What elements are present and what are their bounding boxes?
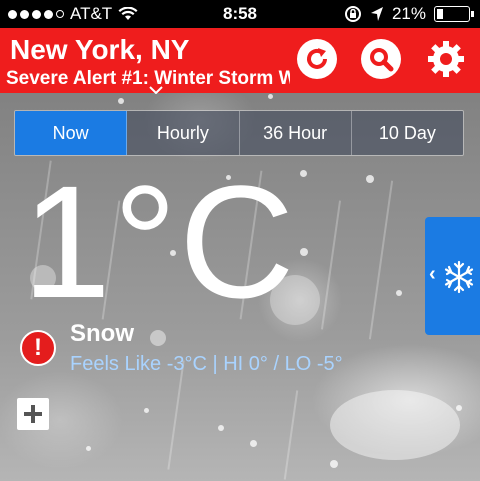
settings-button[interactable] bbox=[426, 39, 466, 79]
snowflake-icon bbox=[444, 260, 474, 294]
refresh-icon bbox=[307, 48, 327, 69]
battery-percent: 21% bbox=[391, 4, 426, 23]
status-right: 21% bbox=[344, 4, 474, 24]
tab-10-day[interactable]: 10 Day bbox=[351, 111, 463, 155]
forecast-tabs: Now Hourly 36 Hour 10 Day bbox=[14, 110, 464, 156]
app-header: New York, NY Severe Alert #1: Winter Sto… bbox=[0, 28, 480, 94]
battery-icon bbox=[434, 6, 474, 22]
status-bar: AT&T 8:58 21% bbox=[0, 0, 480, 28]
feels-like-text: Feels Like -3°C | HI 0° / LO -5° bbox=[70, 353, 343, 375]
location-arrow-icon bbox=[370, 7, 383, 21]
severe-alert-ticker[interactable]: Severe Alert #1: Winter Storm Wa bbox=[6, 68, 290, 90]
side-panel-tab[interactable]: ‹ bbox=[425, 217, 480, 335]
add-location-button[interactable] bbox=[17, 398, 49, 430]
search-icon bbox=[370, 48, 394, 72]
chevron-down-icon[interactable] bbox=[149, 86, 163, 94]
chevron-left-icon: ‹ bbox=[429, 263, 436, 285]
search-button[interactable] bbox=[361, 39, 401, 79]
tab-now[interactable]: Now bbox=[15, 111, 128, 155]
alert-icon[interactable]: ! bbox=[20, 330, 56, 366]
gear-icon bbox=[428, 41, 464, 77]
refresh-button[interactable] bbox=[297, 39, 337, 79]
current-temperature: 1°C bbox=[22, 152, 297, 331]
tab-36-hour[interactable]: 36 Hour bbox=[239, 111, 352, 155]
location-title[interactable]: New York, NY bbox=[10, 34, 189, 66]
tab-hourly[interactable]: Hourly bbox=[127, 111, 240, 155]
condition-label: Snow bbox=[70, 320, 134, 347]
rotation-lock-icon bbox=[344, 6, 361, 22]
